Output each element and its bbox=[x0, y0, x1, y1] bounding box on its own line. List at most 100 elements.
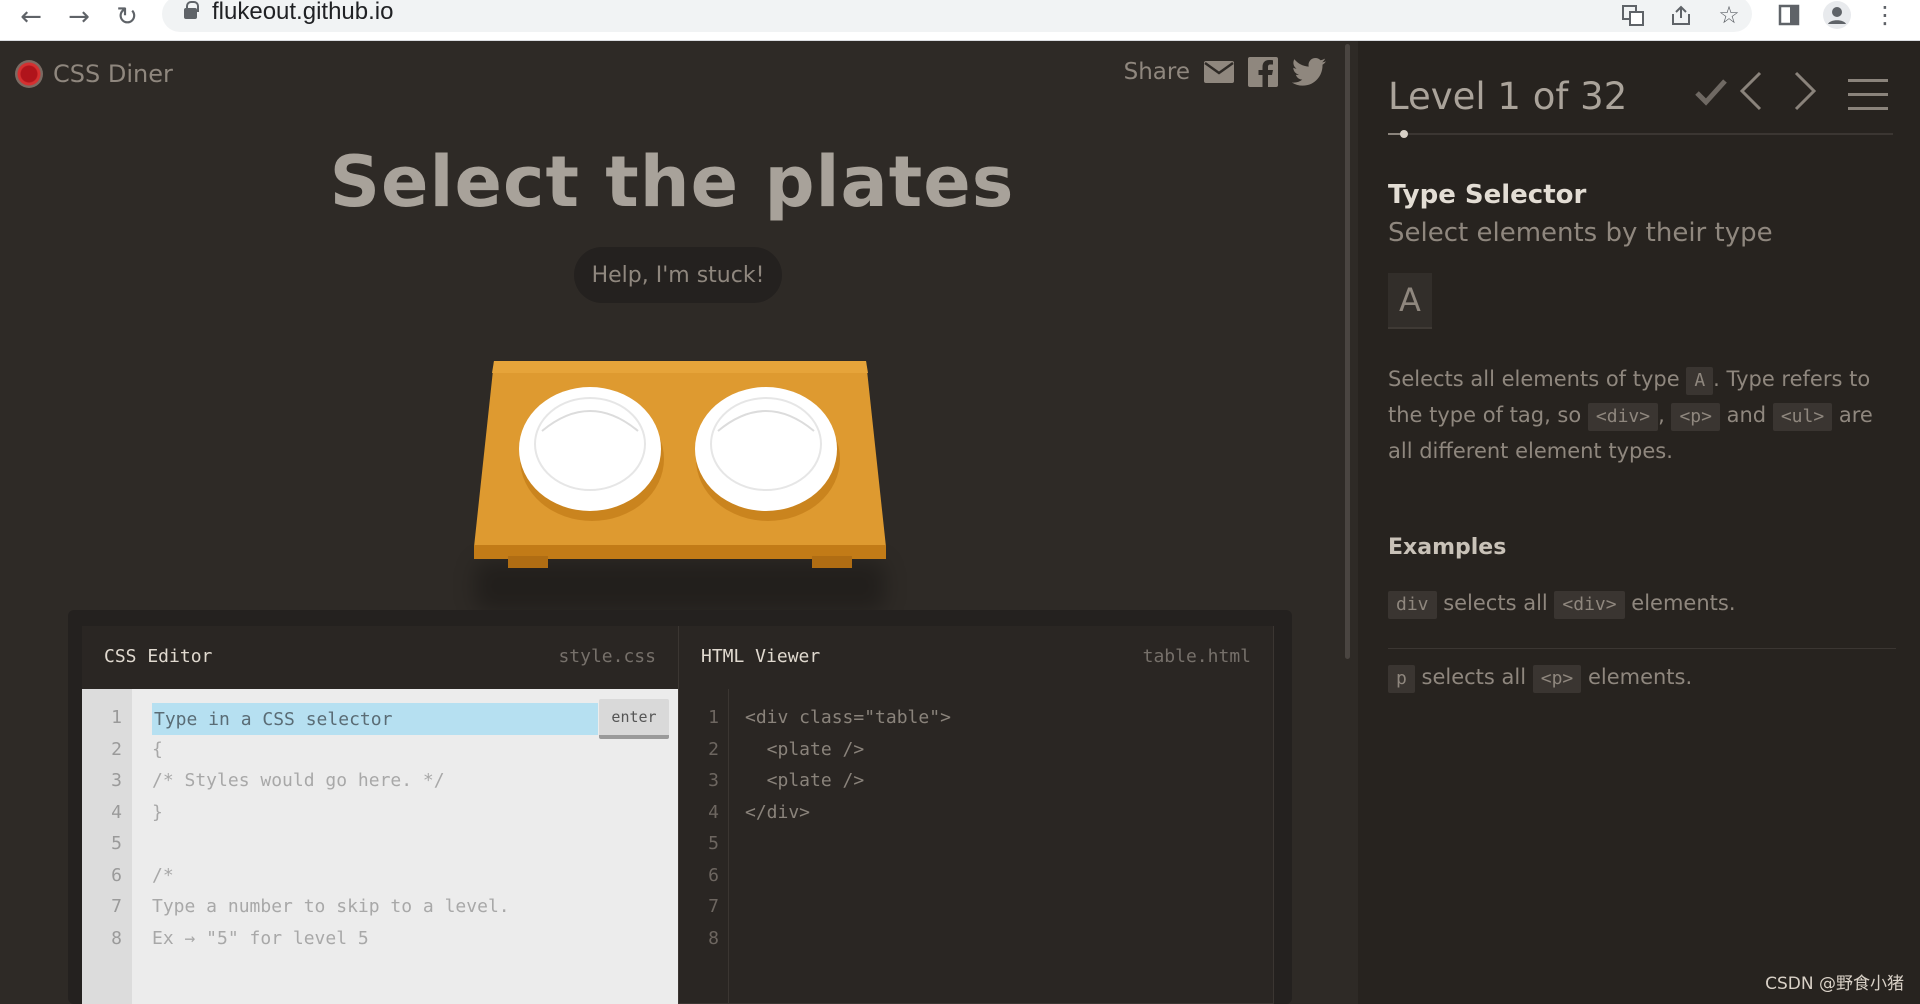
plate[interactable] bbox=[695, 387, 840, 521]
share-label: Share bbox=[1123, 59, 1190, 85]
markup-line[interactable]: <plate /> bbox=[745, 770, 865, 791]
browser-toolbar: ← → ↻ flukeout.github.io ☆ ⋮ bbox=[0, 0, 1920, 41]
back-arrow-icon[interactable]: ← bbox=[16, 2, 46, 32]
markup-line[interactable]: </div> bbox=[745, 802, 810, 823]
hint-text: and bbox=[1719, 403, 1773, 427]
enter-button[interactable]: enter bbox=[599, 699, 669, 739]
css-editor: CSS Editor style.css 1 2 3 4 5 6 7 8 ent… bbox=[82, 626, 678, 1004]
css-line-gutter: 1 2 3 4 5 6 7 8 bbox=[82, 689, 132, 1004]
line-number: 4 bbox=[708, 802, 719, 823]
selector-hint: Selects all elements of type A. Type ref… bbox=[1388, 361, 1903, 469]
selector-name: Type Selector bbox=[1388, 180, 1587, 210]
css-selector-input[interactable] bbox=[152, 703, 598, 735]
example-item: div selects all <div> elements. bbox=[1388, 591, 1896, 649]
facebook-icon[interactable] bbox=[1248, 57, 1278, 87]
forward-arrow-icon[interactable]: → bbox=[64, 2, 94, 32]
address-bar[interactable]: flukeout.github.io bbox=[162, 0, 1752, 32]
examples-heading: Examples bbox=[1388, 535, 1507, 560]
css-editor-title: CSS Editor bbox=[104, 646, 213, 667]
code-line: } bbox=[152, 802, 163, 823]
email-icon[interactable] bbox=[1204, 61, 1234, 83]
editor-panel: CSS Editor style.css 1 2 3 4 5 6 7 8 ent… bbox=[68, 610, 1292, 1004]
checkmark-icon bbox=[1695, 79, 1727, 106]
line-number: 4 bbox=[111, 802, 122, 823]
next-level-icon[interactable] bbox=[1790, 69, 1820, 113]
html-viewer-title: HTML Viewer bbox=[701, 646, 821, 667]
plate[interactable] bbox=[519, 387, 664, 521]
line-number: 1 bbox=[111, 707, 122, 728]
css-editor-header: CSS Editor style.css bbox=[82, 626, 678, 689]
line-number: 7 bbox=[708, 896, 719, 917]
markup-line[interactable]: <div class="table"> bbox=[745, 707, 951, 728]
hint-tag: <div> bbox=[1587, 403, 1659, 431]
level-progress-track bbox=[1388, 133, 1893, 135]
bookmark-star-icon[interactable]: ☆ bbox=[1712, 0, 1746, 30]
html-viewer: HTML Viewer table.html 1 2 3 4 5 6 7 8 <… bbox=[678, 626, 1274, 1004]
share-bar: Share bbox=[1124, 57, 1326, 87]
example-tag: <div> bbox=[1554, 591, 1625, 619]
url-text: flukeout.github.io bbox=[212, 0, 394, 25]
css-editor-body: 1 2 3 4 5 6 7 8 enter { /* Styles would … bbox=[82, 689, 678, 1004]
line-number: 8 bbox=[708, 928, 719, 949]
line-number: 3 bbox=[111, 770, 122, 791]
html-line-gutter: 1 2 3 4 5 6 7 8 bbox=[679, 689, 729, 1003]
example-item: p selects all <p> elements. bbox=[1388, 665, 1896, 693]
translate-icon[interactable] bbox=[1616, 0, 1650, 30]
code-line: { bbox=[152, 739, 163, 760]
watermark: CSDN @野食小猪 bbox=[1765, 974, 1904, 994]
code-line: /* bbox=[152, 865, 174, 886]
code-line: Ex → "5" for level 5 bbox=[152, 928, 369, 949]
table-shadow bbox=[475, 561, 885, 611]
twitter-icon[interactable] bbox=[1292, 58, 1326, 86]
example-code: div bbox=[1388, 591, 1437, 619]
hint-tag: <p> bbox=[1671, 403, 1720, 431]
line-number: 6 bbox=[708, 865, 719, 886]
example-text: elements. bbox=[1581, 665, 1693, 689]
dining-table bbox=[470, 361, 890, 621]
line-number: 1 bbox=[708, 707, 719, 728]
side-panel-icon[interactable] bbox=[1772, 0, 1806, 30]
line-number: 2 bbox=[708, 739, 719, 760]
selector-title: Select elements by their type bbox=[1388, 218, 1773, 248]
example-code: p bbox=[1388, 665, 1415, 693]
example-text: selects all bbox=[1436, 591, 1555, 615]
brand-name: CSS Diner bbox=[53, 60, 173, 88]
lock-icon bbox=[184, 1, 199, 19]
line-number: 3 bbox=[708, 770, 719, 791]
css-editor-filename: style.css bbox=[558, 646, 656, 667]
html-viewer-header: HTML Viewer table.html bbox=[679, 626, 1273, 689]
browser-menu-icon[interactable]: ⋮ bbox=[1868, 0, 1902, 30]
level-order-heading: Select the plates bbox=[329, 141, 1015, 223]
line-number: 8 bbox=[111, 928, 122, 949]
html-viewer-filename: table.html bbox=[1142, 646, 1251, 667]
hint-tag: A bbox=[1686, 367, 1714, 395]
level-title: Level 1 of 32 bbox=[1388, 75, 1628, 118]
html-viewer-body: 1 2 3 4 5 6 7 8 <div class="table"> <pla… bbox=[679, 689, 1273, 1003]
hint-text: , bbox=[1658, 403, 1672, 427]
profile-avatar-icon[interactable] bbox=[1820, 0, 1854, 30]
line-number: 2 bbox=[111, 739, 122, 760]
share-page-icon[interactable] bbox=[1664, 0, 1698, 30]
line-number: 6 bbox=[111, 865, 122, 886]
level-progress-marker bbox=[1399, 130, 1408, 138]
code-line: Type a number to skip to a level. bbox=[152, 896, 510, 917]
level-menu-icon[interactable] bbox=[1848, 79, 1888, 111]
line-number: 5 bbox=[708, 833, 719, 854]
line-number: 7 bbox=[111, 896, 122, 917]
brand-logo-icon bbox=[15, 60, 43, 88]
hint-text: Selects all elements of type bbox=[1388, 367, 1687, 391]
page-scrollbar-thumb[interactable] bbox=[1345, 44, 1350, 659]
reload-icon[interactable]: ↻ bbox=[112, 2, 142, 32]
previous-level-icon[interactable] bbox=[1736, 69, 1766, 113]
help-button[interactable]: Help, I'm stuck! bbox=[574, 247, 782, 303]
brand[interactable]: CSS Diner bbox=[15, 60, 173, 88]
code-line: /* Styles would go here. */ bbox=[152, 770, 445, 791]
example-text: selects all bbox=[1414, 665, 1533, 689]
hint-tag: <ul> bbox=[1772, 403, 1833, 431]
example-tag: <p> bbox=[1532, 665, 1582, 693]
line-number: 5 bbox=[111, 833, 122, 854]
selector-syntax: A bbox=[1388, 273, 1432, 329]
markup-line[interactable]: <plate /> bbox=[745, 739, 865, 760]
level-sidebar: Level 1 of 32 Type Selector Select eleme… bbox=[1358, 41, 1920, 1004]
example-text: elements. bbox=[1624, 591, 1736, 615]
